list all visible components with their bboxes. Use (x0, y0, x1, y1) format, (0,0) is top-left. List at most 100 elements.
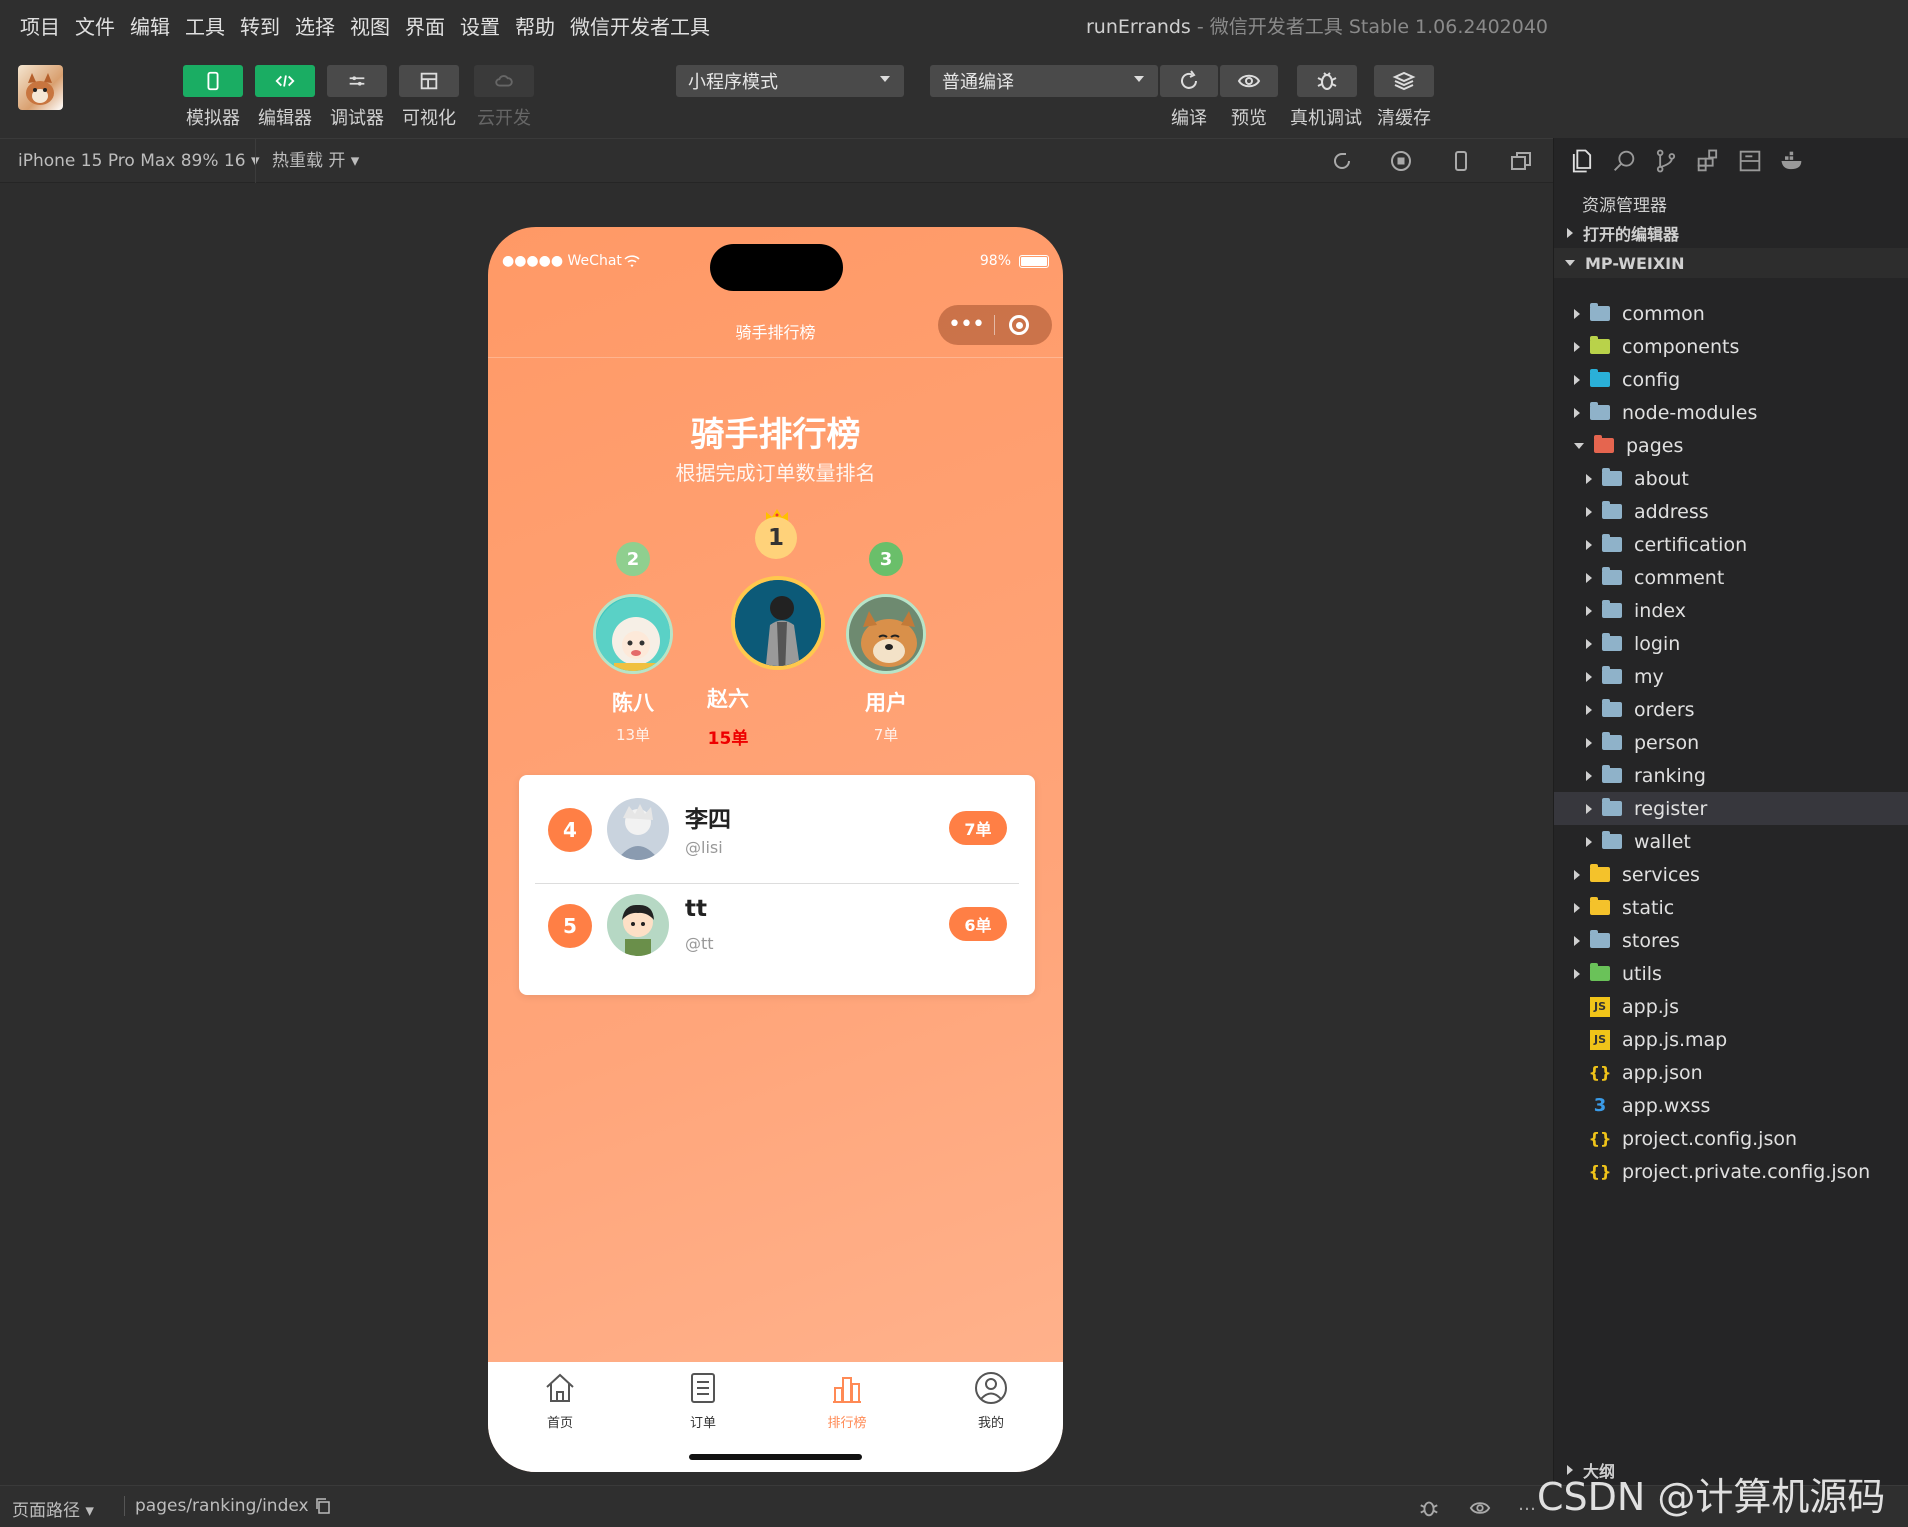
folder-item[interactable]: node-modules (1554, 396, 1908, 429)
clear-cache-button[interactable] (1374, 65, 1434, 97)
search-icon[interactable] (1610, 147, 1638, 175)
phone-icon[interactable] (1449, 149, 1473, 173)
bug-icon[interactable] (1418, 1497, 1440, 1519)
folder-item[interactable]: utils (1554, 957, 1908, 990)
menu-goto[interactable]: 转到 (240, 11, 280, 40)
folder-item[interactable]: register (1554, 792, 1908, 825)
menu-view[interactable]: 视图 (350, 11, 390, 40)
stop-icon[interactable] (1389, 149, 1413, 173)
menu-settings[interactable]: 设置 (460, 11, 500, 40)
file-item[interactable]: {} project.private.config.json (1554, 1155, 1908, 1188)
file-item[interactable]: {} app.json (1554, 1056, 1908, 1089)
list-item[interactable]: 4 李四 @lisi 7单 (519, 780, 1035, 876)
root-folder-section[interactable]: MP-WEIXIN (1554, 248, 1908, 278)
folder-item[interactable]: stores (1554, 924, 1908, 957)
folder-item[interactable]: wallet (1554, 825, 1908, 858)
popout-icon[interactable] (1509, 149, 1533, 173)
more-icon[interactable]: … (1518, 1494, 1536, 1515)
menu-file[interactable]: 文件 (75, 11, 115, 40)
avatar[interactable] (593, 594, 673, 674)
folder-icon (1602, 765, 1622, 783)
file-item[interactable]: JS app.js.map (1554, 1023, 1908, 1056)
menu-select[interactable]: 选择 (295, 11, 335, 40)
menu-tools[interactable]: 工具 (185, 11, 225, 40)
js-file-icon: JS (1590, 996, 1610, 1017)
open-editors-section[interactable]: 打开的编辑器 (1554, 218, 1908, 248)
menu-project[interactable]: 项目 (20, 11, 60, 40)
list-item[interactable]: 5 tt @tt 6单 (519, 876, 1035, 972)
compile-select[interactable]: 普通编译 (930, 65, 1158, 97)
debugger-button[interactable] (327, 65, 387, 97)
simulator-button[interactable] (183, 65, 243, 97)
folder-icon (1602, 468, 1622, 486)
more-icon[interactable]: ••• (938, 314, 994, 336)
chevron-down-icon (1565, 260, 1575, 266)
chevron-right-icon (1586, 836, 1592, 847)
folder-item[interactable]: static (1554, 891, 1908, 924)
tab-home[interactable]: 首页 (515, 1370, 605, 1431)
file-item[interactable]: {} project.config.json (1554, 1122, 1908, 1155)
folder-item[interactable]: pages (1554, 429, 1908, 462)
folder-item[interactable]: person (1554, 726, 1908, 759)
menu-edit[interactable]: 编辑 (130, 11, 170, 40)
visual-label: 可视化 (402, 108, 456, 129)
avatar[interactable] (846, 594, 926, 674)
folder-item[interactable]: common (1554, 297, 1908, 330)
folder-item[interactable]: index (1554, 594, 1908, 627)
git-branch-icon[interactable] (1652, 147, 1680, 175)
compile-button[interactable] (1160, 65, 1218, 97)
extensions-icon[interactable] (1694, 147, 1722, 175)
file-item[interactable]: JS app.js (1554, 990, 1908, 1023)
folder-item[interactable]: login (1554, 627, 1908, 660)
page-path-select[interactable]: 页面路径 ▾ (12, 1496, 94, 1521)
storage-icon[interactable] (1736, 147, 1764, 175)
folder-item[interactable]: comment (1554, 561, 1908, 594)
mode-select-value: 小程序模式 (688, 72, 778, 93)
hot-reload-toggle[interactable]: 热重载 开 ▾ (255, 139, 359, 183)
folder-item[interactable]: my (1554, 660, 1908, 693)
eye-icon[interactable] (1468, 1497, 1492, 1519)
rotate-icon[interactable] (1330, 149, 1354, 173)
copy-icon[interactable] (314, 1497, 332, 1515)
podium-rank-badge: 2 (616, 542, 650, 576)
folder-item[interactable]: address (1554, 495, 1908, 528)
eye-icon (1237, 74, 1261, 88)
folder-item[interactable]: orders (1554, 693, 1908, 726)
folder-icon (1594, 435, 1614, 453)
preview-button[interactable] (1220, 65, 1278, 97)
folder-item[interactable]: components (1554, 330, 1908, 363)
visual-button[interactable] (399, 65, 459, 97)
folder-item[interactable]: certification (1554, 528, 1908, 561)
close-icon[interactable] (1009, 315, 1029, 335)
menu-help[interactable]: 帮助 (515, 11, 555, 40)
folder-item[interactable]: about (1554, 462, 1908, 495)
tab-orders[interactable]: 订单 (658, 1370, 748, 1431)
menu-interface[interactable]: 界面 (405, 11, 445, 40)
folder-item[interactable]: ranking (1554, 759, 1908, 792)
window-title: runErrands - 微信开发者工具 Stable 1.06.2402040 (1086, 12, 1548, 39)
remote-debug-button[interactable] (1297, 65, 1357, 97)
device-select[interactable]: iPhone 15 Pro Max 89% 16 ▾ (18, 151, 260, 171)
home-icon (546, 1373, 574, 1402)
tab-profile[interactable]: 我的 (946, 1370, 1036, 1431)
folder-item[interactable]: config (1554, 363, 1908, 396)
user-avatar[interactable] (18, 65, 63, 110)
json-file-icon: {} (1588, 1162, 1612, 1181)
file-item[interactable]: 3 app.wxss (1554, 1089, 1908, 1122)
tree-item-label: app.wxss (1622, 1094, 1711, 1117)
files-icon[interactable] (1568, 147, 1596, 175)
menu-wechat-devtools[interactable]: 微信开发者工具 (570, 11, 710, 40)
nav-divider (488, 357, 1063, 358)
docker-icon[interactable] (1778, 147, 1806, 175)
tab-ranking[interactable]: 排行榜 (802, 1370, 892, 1431)
cloud-button[interactable] (474, 65, 534, 97)
folder-item[interactable]: services (1554, 858, 1908, 891)
page-subtitle: 根据完成订单数量排名 (675, 461, 876, 485)
chevron-right-icon (1574, 902, 1580, 913)
refresh-icon (1181, 70, 1197, 89)
editor-button[interactable] (255, 65, 315, 97)
app-version: 微信开发者工具 Stable 1.06.2402040 (1209, 16, 1549, 38)
avatar[interactable] (731, 576, 825, 670)
folder-icon (1602, 633, 1622, 651)
mode-select[interactable]: 小程序模式 (676, 65, 904, 97)
